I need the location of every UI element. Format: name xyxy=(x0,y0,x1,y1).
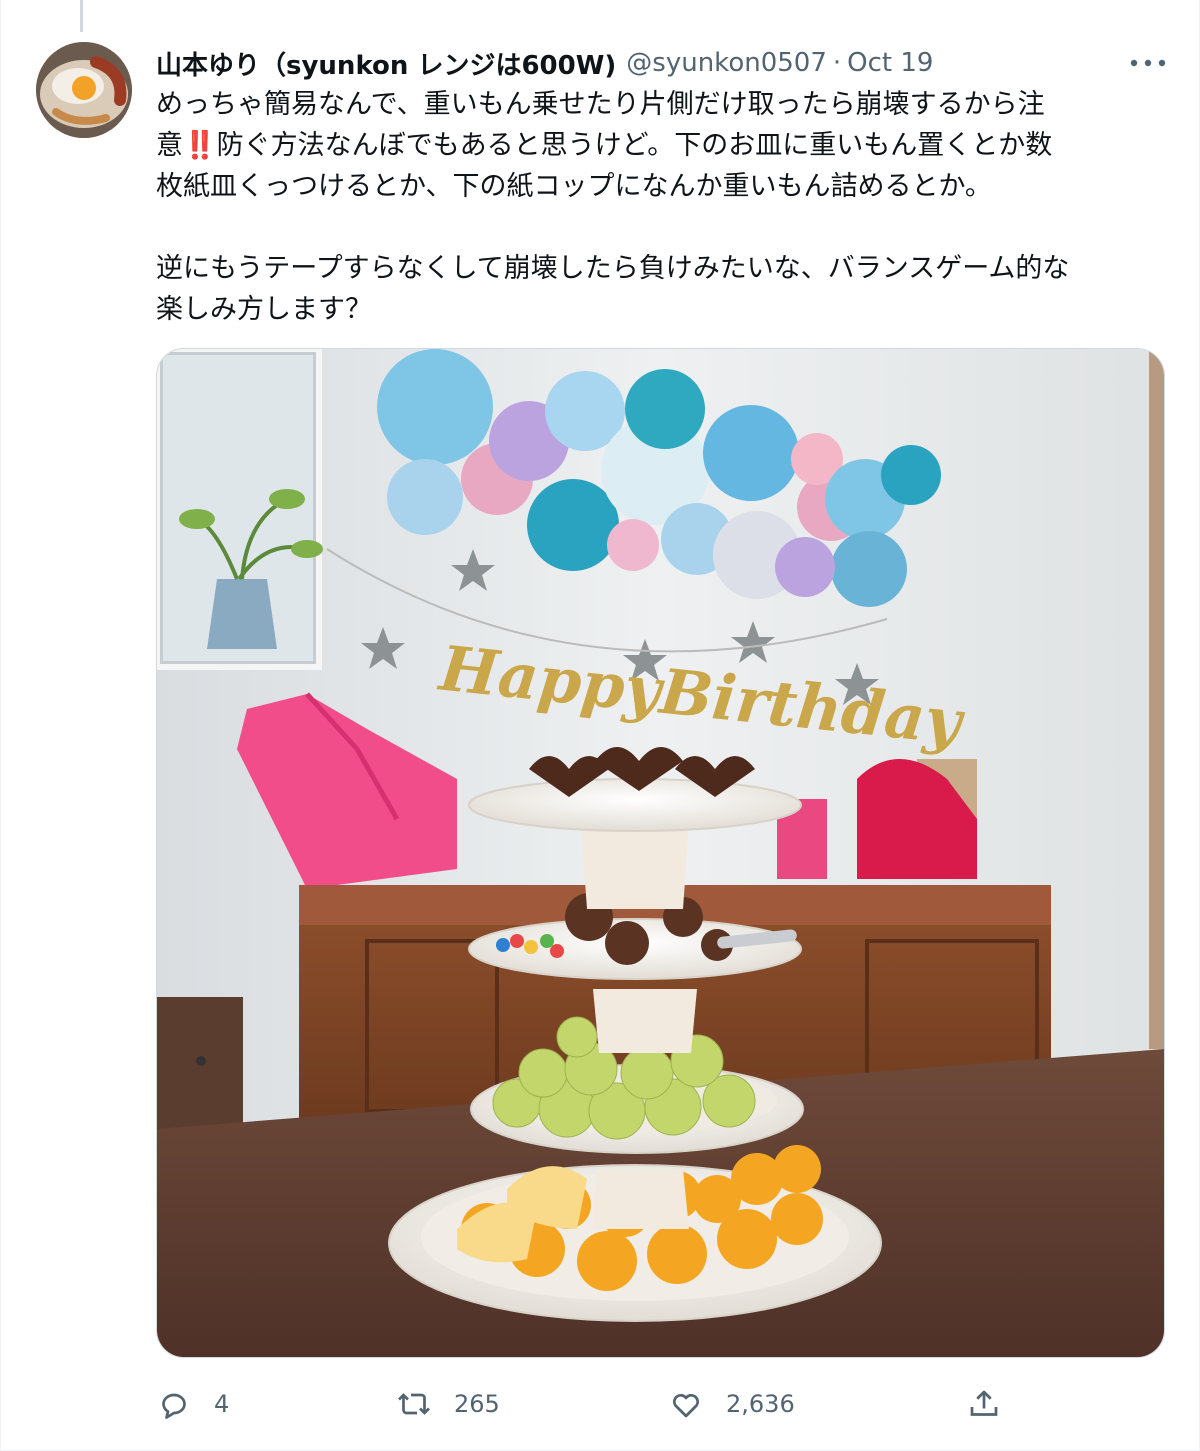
tweet-text: めっちゃ簡易なんで、重いもん乗せたり片側だけ取ったら崩壊するから注 意‼️防ぐ方… xyxy=(156,84,1176,330)
heart-icon xyxy=(672,1393,700,1418)
reply-count: 4 xyxy=(214,1390,230,1418)
tweet-header: 山本ゆり（syunkon レンジは600W) @syunkon0507 · Oc… xyxy=(156,44,933,82)
display-name[interactable]: 山本ゆり（syunkon レンジは600W) xyxy=(156,45,616,82)
reply-bubble-icon xyxy=(162,1393,186,1419)
retweet-count: 265 xyxy=(454,1390,500,1418)
reply-button[interactable]: 4 xyxy=(156,1380,229,1428)
retweet-button[interactable]: 265 xyxy=(396,1380,500,1428)
share-button[interactable] xyxy=(966,1380,1002,1428)
tweet-actions: 4 265 2,636 xyxy=(156,1380,1166,1428)
avatar-food-image xyxy=(36,42,132,138)
frame-border-left xyxy=(0,0,1,1451)
separator-dot: · xyxy=(832,48,842,78)
more-dots-icon[interactable] xyxy=(1126,48,1170,78)
retweet-arrows-icon xyxy=(398,1393,430,1415)
tweet-date[interactable]: Oct 19 xyxy=(847,48,933,78)
user-handle[interactable]: @syunkon0507 xyxy=(626,48,827,78)
avatar[interactable] xyxy=(36,42,132,138)
share-upload-icon xyxy=(970,1390,998,1416)
party-snack-tower-photo: HappyBirthday xyxy=(157,349,1164,1357)
thread-connector-line xyxy=(80,0,83,32)
like-button[interactable]: 2,636 xyxy=(668,1380,795,1428)
double-exclamation-emoji: ‼️ xyxy=(183,130,217,161)
like-count: 2,636 xyxy=(726,1390,795,1418)
tweet-photo[interactable]: HappyBirthday xyxy=(156,348,1165,1358)
tweet-text-part2: 防ぐ方法なんぼでもあると思うけど。下のお皿に重いもん置くとか数 枚紙皿くっつける… xyxy=(156,130,1070,325)
